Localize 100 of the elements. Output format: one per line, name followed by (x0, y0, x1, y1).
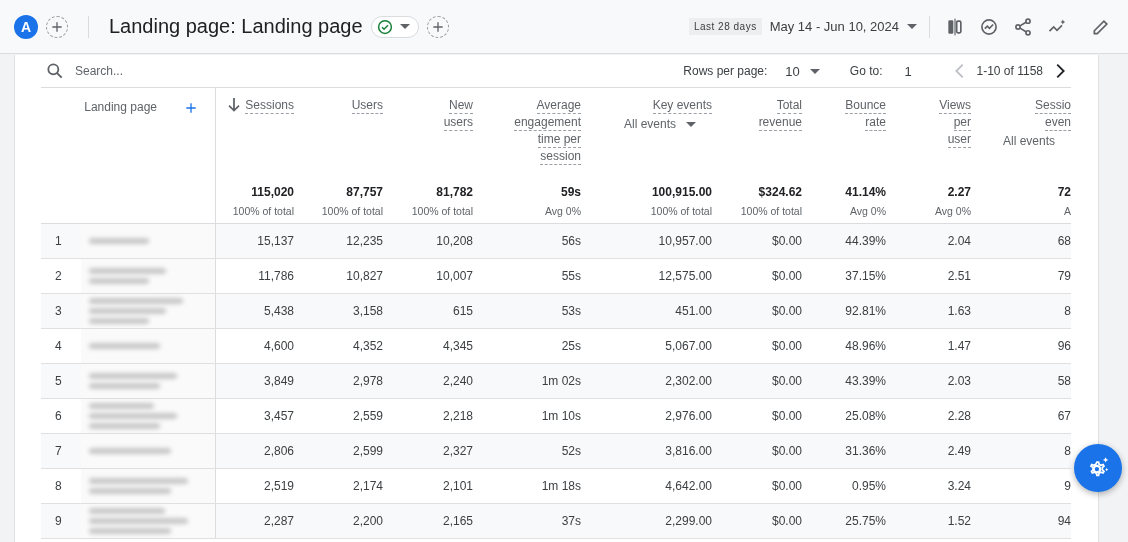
table-cell-text: 2,299.00 (664, 513, 712, 530)
table-cell-text: 2.04 (946, 233, 971, 250)
table-cell-text: 25.75% (844, 513, 886, 530)
row-number: 1 (54, 233, 63, 250)
go-to-label: Go to: (849, 64, 883, 78)
table-cell-text: 2,978 (351, 373, 383, 390)
table-cell-text: 0.95% (850, 478, 886, 495)
table-cell-text: 2,976.00 (664, 408, 712, 425)
add-dimension-icon (183, 100, 199, 116)
table-cell-text: 1m 10s (540, 408, 581, 425)
table-cell-text: 8 (1063, 443, 1071, 460)
table-cell-text: 11,786 (257, 268, 294, 285)
table-cell-text: 2.03 (946, 373, 971, 390)
row-number: 5 (54, 373, 63, 390)
table-cell-text: 96 (1056, 338, 1071, 355)
table-cell-text: $0.00 (770, 373, 802, 390)
table-cell-text: 2.28 (946, 408, 971, 425)
table-cell-text: 2,599 (351, 443, 383, 460)
table-cell-text: 2,101 (441, 478, 473, 495)
report-title: Landing page: Landing page (109, 15, 363, 38)
table-cell-text: 25.08% (844, 408, 886, 425)
date-range[interactable]: May 14 - Jun 10, 2024 (769, 19, 899, 34)
total-value: 115,020 (251, 185, 294, 199)
table-cell-text: 44.39% (844, 233, 886, 250)
table-cell-text: 1m 02s (540, 373, 581, 390)
table-cell-text: 2,302.00 (664, 373, 712, 390)
row-number: 7 (54, 443, 63, 460)
table-cell-text: 43.39% (844, 373, 886, 390)
total-value: 87,757 (346, 185, 383, 199)
table-cell-text: 2,240 (441, 373, 473, 390)
total-value: 72 (1057, 185, 1071, 199)
table-cell-text: 2,174 (351, 478, 383, 495)
column-header[interactable]: Users (351, 98, 383, 115)
table-cell-text: 68 (1056, 233, 1071, 250)
table-cell-text: 2,287 (262, 513, 294, 530)
total-note: 100% of total (321, 205, 383, 217)
table-cell-text: 10,957.00 (657, 233, 712, 250)
table-cell-text: 55s (560, 268, 581, 285)
table-cell-text: 8 (1063, 303, 1071, 320)
caret-icon (399, 24, 410, 29)
column-header[interactable]: Sessio even (1034, 98, 1071, 132)
table-cell-text: 25s (560, 338, 581, 355)
total-note: 100% of total (740, 205, 802, 217)
table-cell-text: 2,327 (441, 443, 473, 460)
assistant-button[interactable] (1074, 444, 1122, 492)
table-cell-text: 15,137 (256, 233, 294, 250)
table-cell-text: $0.00 (770, 268, 802, 285)
table-cell-text: 615 (451, 303, 473, 320)
table-cell-text: 2.49 (946, 443, 971, 460)
table-cell-text: 5,438 (262, 303, 294, 320)
column-header[interactable]: Bounce rate (845, 98, 886, 132)
table-cell-text: 4,642.00 (664, 478, 712, 495)
trend-circle-icon (979, 16, 999, 37)
table-cell-text: $0.00 (770, 303, 802, 320)
status-dropdown[interactable] (370, 15, 419, 38)
column-header[interactable]: Key events (652, 98, 712, 115)
go-to-field[interactable]: 1 (904, 63, 929, 79)
caret-icon (686, 121, 696, 127)
table-cell-text: 3.24 (946, 478, 971, 495)
column-header[interactable]: Average engagement time per session (514, 98, 581, 166)
table-cell-text: 94 (1056, 513, 1071, 530)
row-number: 4 (54, 338, 63, 355)
row-number: 3 (54, 303, 63, 320)
table-cell-text: $0.00 (770, 443, 802, 460)
avatar[interactable]: A (14, 14, 38, 39)
rows-per-page-select[interactable]: 10 (785, 63, 820, 79)
column-header[interactable]: Sessions (245, 98, 294, 115)
total-note: Avg 0% (850, 205, 886, 217)
table-cell-text: 12,575.00 (657, 268, 712, 285)
table-cell-text: 2.51 (946, 268, 971, 285)
column-header[interactable]: Views per user (939, 98, 971, 149)
table-cell-text: 2,165 (441, 513, 473, 530)
table-cell-text: 4,600 (262, 338, 294, 355)
total-note: Avg 0% (935, 205, 971, 217)
check-circle-icon (375, 17, 394, 36)
table-cell-text: $0.00 (770, 233, 802, 250)
table-cell-text: 451.00 (674, 303, 712, 320)
event-selector[interactable]: All events (623, 117, 712, 131)
table-cell-text: 3,457 (262, 408, 294, 425)
table-cell-text: 48.96% (844, 338, 886, 355)
table-cell-text: 2,200 (351, 513, 383, 530)
table-cell-text: 37.15% (844, 268, 886, 285)
column-header[interactable]: Total revenue (758, 98, 802, 132)
table-cell-text: $0.00 (770, 408, 802, 425)
table-cell-text: 10,007 (435, 268, 473, 285)
table-cell-text: 12,235 (345, 233, 383, 250)
row-number: 9 (54, 513, 63, 530)
table-cell-text: 3,849 (262, 373, 294, 390)
table-cell-text: 31.36% (844, 443, 886, 460)
table-cell-text: 92.81% (844, 303, 886, 320)
table-cell-text: 9 (1063, 478, 1071, 495)
column-header[interactable]: Landing page (84, 100, 157, 114)
total-note: 100% of total (650, 205, 712, 217)
table-cell-text: 1m 18s (540, 478, 581, 495)
table-cell-text: 10,827 (345, 268, 383, 285)
table-cell-text: 67 (1056, 408, 1071, 425)
table-cell-text: 1.52 (946, 513, 971, 530)
column-header[interactable]: New users (443, 98, 473, 132)
share-icon (1013, 16, 1033, 37)
event-selector[interactable]: All events (1002, 134, 1071, 148)
